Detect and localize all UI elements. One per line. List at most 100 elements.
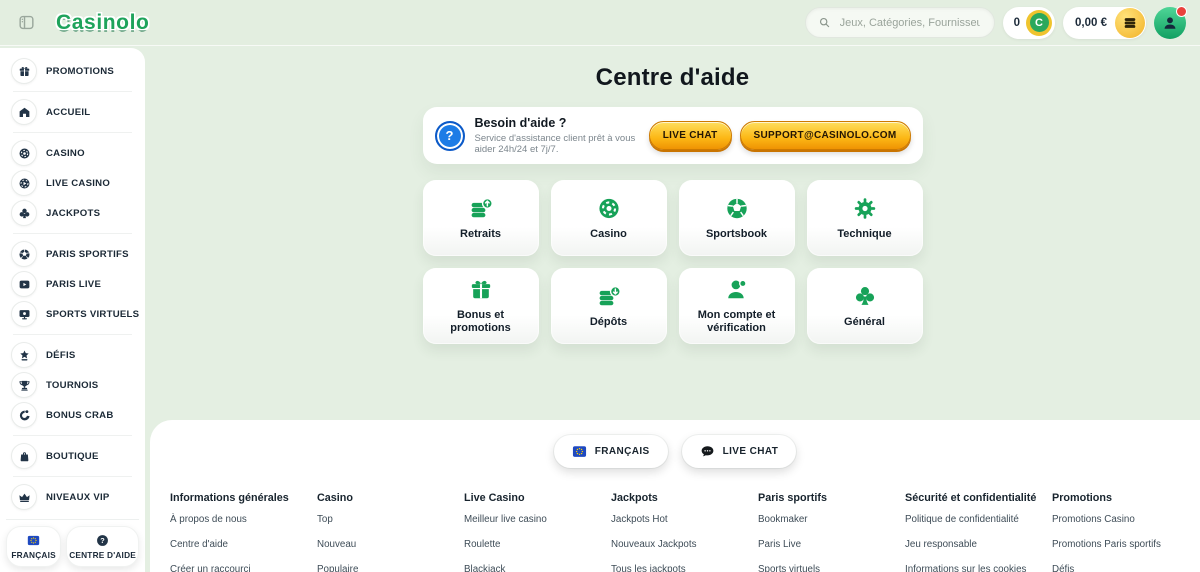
- footer-link-centre-d-aide[interactable]: Centre d'aide: [170, 539, 317, 550]
- footer-link-sports-virtuels[interactable]: Sports virtuels: [758, 564, 905, 572]
- c-coin-letter: C: [1029, 13, 1049, 32]
- search-bar[interactable]: [804, 7, 995, 38]
- coin-count: 0: [1013, 16, 1021, 29]
- sidebar-item-label: BONUS CRAB: [46, 409, 114, 421]
- sidebar-item-bonus-crab[interactable]: BONUS CRAB: [0, 400, 145, 430]
- footer-column-links: Promotions Casino Promotions Paris sporti…: [1052, 514, 1199, 572]
- sidebar-item-label: NIVEAUX VIP: [46, 491, 110, 503]
- sidebar-item-icon-circle: [11, 58, 37, 84]
- help-center-button[interactable]: ? CENTRE D'AIDE: [66, 526, 139, 567]
- footer-column: Live Casino Meilleur live casino Roulette…: [464, 492, 611, 572]
- language-button-label: FRANÇAIS: [11, 550, 56, 560]
- footer-link-promotions-casino[interactable]: Promotions Casino: [1052, 514, 1199, 525]
- category-card-sportsbook[interactable]: Sportsbook: [678, 180, 795, 256]
- sidebar-divider: [13, 233, 132, 234]
- footer-column: Sécurité et confidentialité Politique de…: [905, 492, 1052, 572]
- category-card-label: Mon compte et vérification: [697, 309, 776, 334]
- footer-link-informations-sur-les-cookies[interactable]: Informations sur les cookies: [905, 564, 1052, 572]
- category-card-technique[interactable]: Technique: [806, 180, 923, 256]
- soccer-ball-icon: [723, 196, 751, 221]
- main-content: Centre d'aide ? Besoin d'aide ? Service …: [145, 46, 1200, 344]
- help-banner-subtitle: Service d'assistance client prêt à vous …: [474, 133, 636, 155]
- logo[interactable]: Casinolo: [46, 11, 149, 35]
- footer-link-bookmaker[interactable]: Bookmaker: [758, 514, 905, 525]
- footer-link-jackpots-hot[interactable]: Jackpots Hot: [611, 514, 758, 525]
- category-card-depots[interactable]: Dépôts: [550, 268, 667, 344]
- footer-language-button[interactable]: FRANÇAIS: [553, 435, 668, 468]
- sidebar-item-icon-circle: [11, 372, 37, 398]
- language-button[interactable]: FRANÇAIS: [6, 526, 62, 567]
- footer-link-populaire[interactable]: Populaire: [317, 564, 464, 572]
- casino-chip-icon: [595, 196, 623, 221]
- footer-column-links: Meilleur live casino Roulette Blackjack: [464, 514, 611, 572]
- category-card-label: Dépôts: [589, 315, 628, 328]
- sidebar-item-defis[interactable]: DÉFIS: [0, 340, 145, 370]
- footer-link-roulette[interactable]: Roulette: [464, 539, 611, 550]
- footer-link-top[interactable]: Top: [317, 514, 464, 525]
- sidebar-item-icon-circle: [11, 301, 37, 327]
- footer-column: Promotions Promotions Casino Promotions P…: [1052, 492, 1199, 572]
- sidebar-item-live-casino[interactable]: LIVE CASINO: [0, 168, 145, 198]
- sidebar-toggle-button[interactable]: [14, 11, 38, 35]
- category-card-casino[interactable]: Casino: [550, 180, 667, 256]
- help-center-button-label: CENTRE D'AIDE: [69, 550, 136, 560]
- category-card-bonus-et-promotions[interactable]: Bonus et promotions: [422, 268, 539, 344]
- clover-icon: [851, 284, 879, 309]
- balance-amount: 0,00 €: [1075, 16, 1107, 29]
- sidebar-item-sports-virtuels[interactable]: SPORTS VIRTUELS: [0, 299, 145, 329]
- monitor-icon: [18, 308, 31, 321]
- support-email-button[interactable]: SUPPORT@CASINOLO.COM: [739, 121, 911, 150]
- footer-column-links: Bookmaker Paris Live Sports virtuels: [758, 514, 905, 572]
- trophy-icon: [18, 379, 31, 392]
- sidebar-item-boutique[interactable]: BOUTIQUE: [0, 441, 145, 471]
- casino-chip-icon: [18, 147, 31, 160]
- category-card-label: Général: [844, 315, 885, 328]
- footer-language-label: FRANÇAIS: [594, 446, 650, 457]
- gift-icon: [18, 65, 31, 78]
- live-chat-button[interactable]: LIVE CHAT: [648, 121, 732, 150]
- footer-link-promotions-paris-sportifs[interactable]: Promotions Paris sportifs: [1052, 539, 1199, 550]
- sidebar-item-jackpots[interactable]: JACKPOTS: [0, 198, 145, 228]
- sidebar-item-paris-live[interactable]: PARIS LIVE: [0, 269, 145, 299]
- sidebar-item-tournois[interactable]: TOURNOIS: [0, 370, 145, 400]
- crab-claw-icon: [18, 409, 31, 422]
- footer-link-paris-live[interactable]: Paris Live: [758, 539, 905, 550]
- person-verify-icon: [723, 277, 751, 302]
- footer-link-meilleur-live-casino[interactable]: Meilleur live casino: [464, 514, 611, 525]
- sidebar-item-paris-sportifs[interactable]: PARIS SPORTIFS: [0, 239, 145, 269]
- wallet-coin-circle: [1115, 7, 1145, 38]
- footer-link-politique-de-confidentialite[interactable]: Politique de confidentialité: [905, 514, 1052, 525]
- crown-icon: [18, 491, 31, 504]
- footer-column: Casino Top Nouveau Populaire: [317, 492, 464, 572]
- sidebar-item-accueil[interactable]: ACCUEIL: [0, 97, 145, 127]
- footer-live-chat-label: LIVE CHAT: [722, 446, 779, 457]
- category-card-label: Technique: [837, 227, 892, 240]
- footer-live-chat-button[interactable]: LIVE CHAT: [681, 435, 797, 468]
- footer-link-creer-un-raccourci[interactable]: Créer un raccourci: [170, 564, 317, 572]
- coins-withdraw-icon: [467, 196, 495, 221]
- category-card-general[interactable]: Général: [806, 268, 923, 344]
- sidebar-divider: [13, 435, 132, 436]
- profile-avatar[interactable]: [1154, 5, 1187, 39]
- sidebar-toggle-icon: [17, 13, 36, 32]
- footer-link-blackjack[interactable]: Blackjack: [464, 564, 611, 572]
- footer-column-links: À propos de nous Centre d'aide Créer un ra…: [170, 514, 317, 572]
- footer-link-nouveau[interactable]: Nouveau: [317, 539, 464, 550]
- coin-balance-pill[interactable]: 0 C: [1002, 6, 1056, 39]
- sidebar-item-promotions[interactable]: PROMOTIONS: [0, 56, 145, 86]
- footer-link-tous-les-jackpots[interactable]: Tous les jackpots: [611, 564, 758, 572]
- balance-pill[interactable]: 0,00 €: [1063, 6, 1146, 39]
- category-card-retraits[interactable]: Retraits: [422, 180, 539, 256]
- footer-link-jeu-responsable[interactable]: Jeu responsable: [905, 539, 1052, 550]
- sidebar-item-label: LIVE CASINO: [46, 177, 111, 189]
- footer-link-defis[interactable]: Défis: [1052, 564, 1199, 572]
- sidebar-item-niveaux-vip[interactable]: NIVEAUX VIP: [0, 482, 145, 512]
- category-card-mon-compte-et-verification[interactable]: Mon compte et vérification: [678, 268, 795, 344]
- category-card-label: Bonus et promotions: [450, 309, 511, 334]
- footer-link-a-propos-de-nous[interactable]: À propos de nous: [170, 514, 317, 525]
- sidebar-divider: [13, 334, 132, 335]
- footer-link-nouveaux-jackpots[interactable]: Nouveaux Jackpots: [611, 539, 758, 550]
- sidebar-item-casino[interactable]: CASINO: [0, 138, 145, 168]
- search-input[interactable]: [837, 15, 982, 30]
- svg-text:?: ?: [100, 536, 105, 545]
